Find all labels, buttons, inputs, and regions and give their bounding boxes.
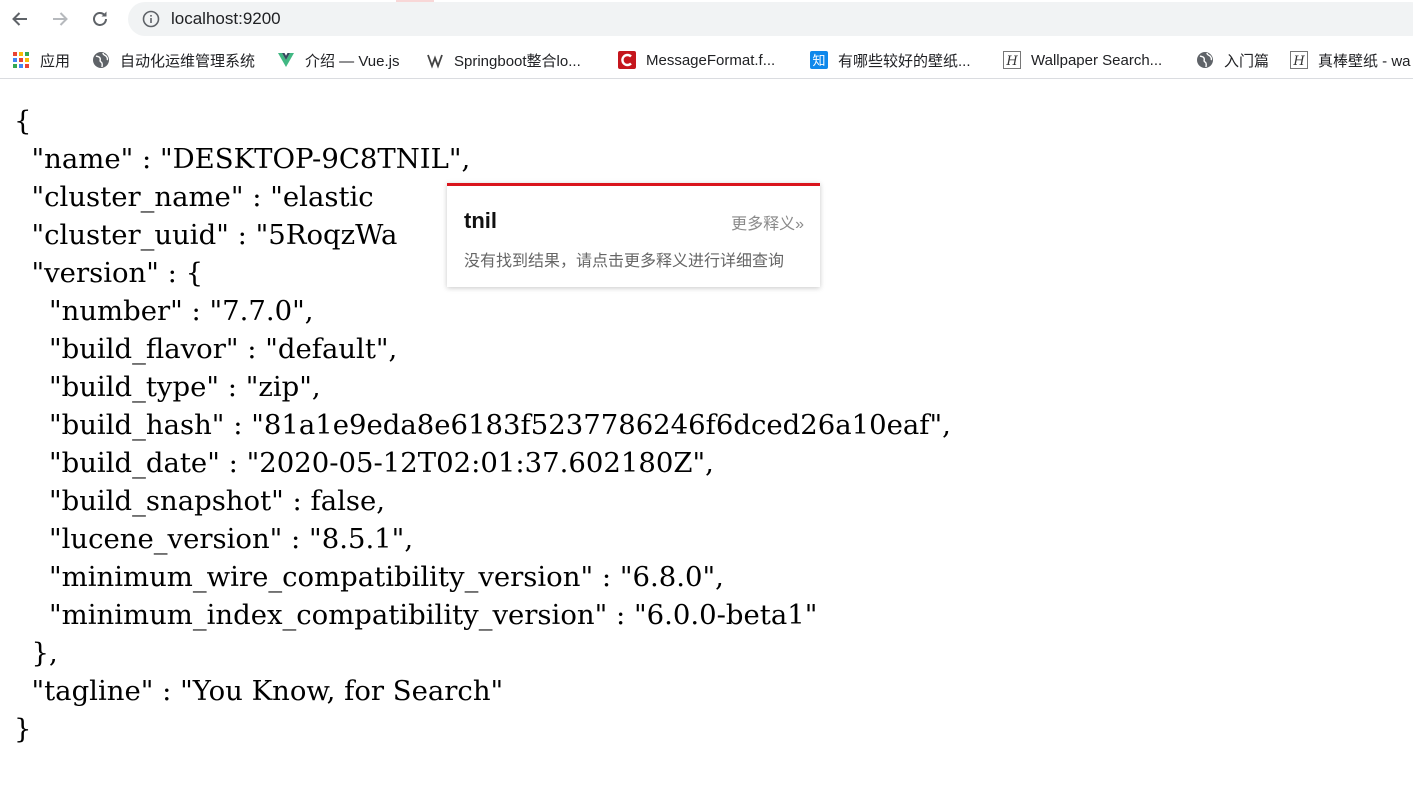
svg-text:知: 知 bbox=[812, 53, 825, 69]
globe-icon bbox=[92, 51, 110, 69]
back-arrow-icon bbox=[12, 12, 27, 26]
svg-text:H: H bbox=[1292, 54, 1305, 69]
browser-toolbar: localhost:9200 bbox=[0, 0, 1413, 38]
bookmark-vue[interactable]: 介绍 — Vue.js bbox=[277, 42, 399, 78]
bookmark-label: MessageFormat.f... bbox=[646, 51, 776, 69]
wallhaven-logo-icon: H bbox=[1003, 51, 1021, 69]
bookmark-ops-system[interactable]: 自动化运维管理系统 bbox=[92, 42, 255, 78]
json-line: "tagline" : "You Know, for Search" bbox=[14, 675, 504, 707]
info-icon[interactable] bbox=[142, 10, 160, 28]
bookmark-label: 真棒壁纸 - wa bbox=[1318, 52, 1411, 70]
bookmarks-bar: 应用 自动化运维管理系统 介绍 — Vue.js Springboot整合lo.… bbox=[0, 42, 1413, 79]
bookmark-messageformat[interactable]: MessageFormat.f... bbox=[618, 42, 775, 78]
popup-message: 没有找到结果，请点击更多释义进行详细查询 bbox=[464, 253, 785, 270]
json-line: "build_snapshot" : false, bbox=[14, 485, 386, 517]
json-line: "build_type" : "zip", bbox=[14, 371, 321, 403]
reload-icon bbox=[93, 11, 107, 26]
forward-button[interactable] bbox=[48, 7, 72, 31]
red-c-logo-icon bbox=[618, 51, 636, 69]
json-line: "lucene_version" : "8.5.1", bbox=[14, 523, 414, 555]
bookmark-label: 应用 bbox=[40, 52, 71, 70]
bookmark-springboot[interactable]: Springboot整合lo... bbox=[426, 42, 581, 78]
bookmark-intro[interactable]: 入门篇 bbox=[1196, 42, 1269, 78]
back-button[interactable] bbox=[8, 7, 32, 31]
globe-icon bbox=[1196, 51, 1214, 69]
svg-text:H: H bbox=[1005, 54, 1018, 69]
reload-button[interactable] bbox=[88, 7, 112, 31]
json-line: "number" : "7.7.0", bbox=[14, 295, 314, 327]
bookmark-label: Springboot整合lo... bbox=[454, 52, 581, 70]
json-line: "build_date" : "2020-05-12T02:01:37.6021… bbox=[14, 447, 714, 479]
bookmark-label: 有哪些较好的壁纸... bbox=[838, 52, 971, 70]
popup-word: tnil bbox=[464, 208, 497, 233]
json-line: { bbox=[14, 105, 32, 137]
site-logo-icon bbox=[426, 51, 444, 69]
bookmark-wallpaper-search[interactable]: H Wallpaper Search... bbox=[1003, 42, 1162, 78]
bookmark-awesome-wallpaper[interactable]: H 真棒壁纸 - wa bbox=[1290, 42, 1411, 78]
bookmark-zhihu[interactable]: 知 有哪些较好的壁纸... bbox=[810, 42, 971, 78]
vue-logo-icon bbox=[277, 51, 295, 69]
url-text[interactable]: localhost:9200 bbox=[171, 9, 281, 29]
json-line: "build_flavor" : "default", bbox=[14, 333, 398, 365]
wallhaven-logo-icon: H bbox=[1290, 51, 1308, 69]
json-line: } bbox=[14, 713, 32, 745]
json-line: "name" : "DESKTOP-9C8TNIL", bbox=[14, 143, 471, 175]
json-line: "minimum_index_compatibility_version" : … bbox=[14, 599, 818, 631]
bookmark-apps[interactable]: 应用 bbox=[12, 42, 70, 78]
translation-popup: tnil 更多释义» 没有找到结果，请点击更多释义进行详细查询 bbox=[447, 183, 820, 287]
json-line: }, bbox=[14, 637, 58, 669]
json-line: "build_hash" : "81a1e9eda8e6183f52377862… bbox=[14, 409, 951, 441]
bookmark-label: 自动化运维管理系统 bbox=[120, 52, 256, 70]
forward-arrow-icon bbox=[53, 12, 68, 26]
bookmark-label: 入门篇 bbox=[1224, 52, 1270, 70]
bookmark-label: 介绍 — Vue.js bbox=[305, 52, 400, 70]
zhihu-logo-icon: 知 bbox=[810, 51, 828, 69]
json-line: "minimum_wire_compatibility_version" : "… bbox=[14, 561, 724, 593]
bookmark-label: Wallpaper Search... bbox=[1031, 51, 1163, 69]
more-definitions-link[interactable]: 更多释义» bbox=[731, 210, 804, 234]
address-bar[interactable]: localhost:9200 bbox=[128, 2, 1413, 36]
apps-grid-icon bbox=[12, 51, 30, 69]
